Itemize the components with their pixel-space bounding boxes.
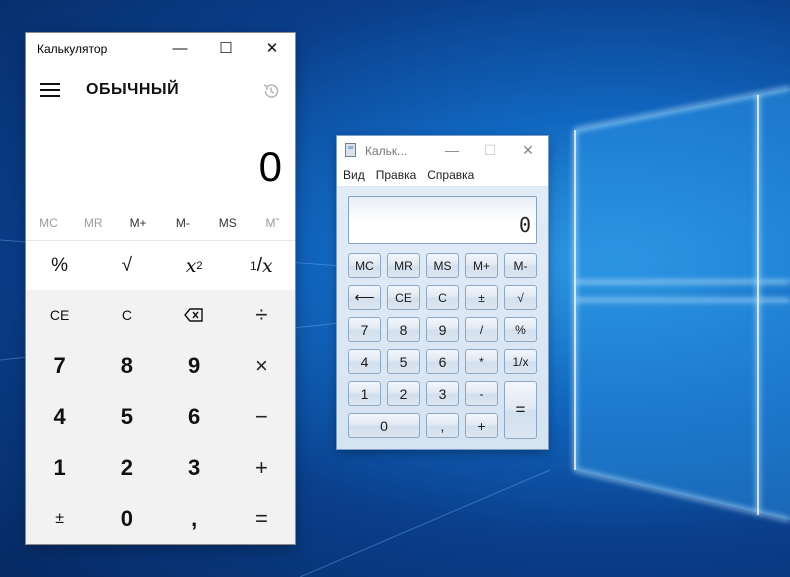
classic-comma-button[interactable]: , [426,413,459,438]
classic-mc-button[interactable]: MC [348,253,381,278]
menu-edit[interactable]: Правка [376,164,417,186]
percent-button[interactable]: % [26,241,93,291]
memory-clear-button[interactable]: MC [26,209,71,237]
classic-digit-1-button[interactable]: 1 [348,381,381,406]
menu-help[interactable]: Справка [427,164,474,186]
classic-mminus-button[interactable]: M- [504,253,537,278]
digit-8-button[interactable]: 8 [93,341,160,392]
memory-add-button[interactable]: M+ [116,209,161,237]
function-row: % √ x2 1/x [26,240,295,291]
negate-button[interactable]: ± [26,493,93,544]
classic-minus-button[interactable]: - [465,381,498,406]
classic-equals-button[interactable]: = [504,381,537,439]
clear-entry-button[interactable]: CE [26,290,93,341]
modern-calculator-window: Калькулятор — ☐ ✕ ОБЫЧНЫЙ 0 MC MR M+ M- … [26,33,295,544]
digit-2-button[interactable]: 2 [93,442,160,493]
classic-multiply-button[interactable]: * [465,349,498,374]
memory-store-button[interactable]: MS [205,209,250,237]
classic-digit-2-button[interactable]: 2 [387,381,420,406]
subtract-button[interactable]: − [228,392,295,443]
classic-digit-7-button[interactable]: 7 [348,317,381,342]
classic-ms-button[interactable]: MS [426,253,459,278]
classic-digit-9-button[interactable]: 9 [426,317,459,342]
memory-list-button[interactable]: Mˇ [250,209,295,237]
memory-recall-button[interactable]: MR [71,209,116,237]
classic-close-button[interactable]: ✕ [509,136,547,164]
square-exponent-label: 2 [196,260,203,272]
classic-mplus-button[interactable]: M+ [465,253,498,278]
history-icon[interactable] [261,81,281,101]
classic-display-value: 0 [518,213,531,237]
classic-maximize-button: ☐ [483,141,497,158]
multiply-button[interactable]: × [228,341,295,392]
modern-title-bar[interactable]: Калькулятор — ☐ ✕ [26,33,295,63]
modern-calculator-header: Калькулятор — ☐ ✕ ОБЫЧНЫЙ 0 MC MR M+ M- … [26,33,295,290]
digit-5-button[interactable]: 5 [93,392,160,443]
classic-calculator-window: Кальк... — ☐ ✕ Вид Правка Справка 0 MC M… [337,136,548,449]
digit-4-button[interactable]: 4 [26,392,93,443]
add-button[interactable]: + [228,442,295,493]
classic-backspace-button[interactable]: ⟵ [348,285,381,310]
classic-display: 0 [348,196,537,244]
classic-calculator-body: 0 MC MR MS M+ M- ⟵ CE C ± √ 7 8 9 / % 4 … [337,187,548,449]
calculator-app-icon [345,143,356,157]
reciprocal-denominator: x [262,255,273,277]
classic-digit-3-button[interactable]: 3 [426,381,459,406]
classic-percent-button[interactable]: % [504,317,537,342]
digit-9-button[interactable]: 9 [161,341,228,392]
classic-digit-4-button[interactable]: 4 [348,349,381,374]
digit-7-button[interactable]: 7 [26,341,93,392]
classic-digit-6-button[interactable]: 6 [426,349,459,374]
reciprocal-numerator: 1 [250,259,257,273]
calculator-mode-title: ОБЫЧНЫЙ [86,81,180,98]
clear-button[interactable]: C [93,290,160,341]
memory-row: MC MR M+ M- MS Mˇ [26,209,295,237]
classic-digit-0-button[interactable]: 0 [348,413,420,438]
result-display: 0 [258,143,282,190]
classic-title-bar[interactable]: Кальк... — ☐ ✕ [337,136,548,164]
digit-1-button[interactable]: 1 [26,442,93,493]
backspace-button[interactable] [161,290,228,341]
classic-plusminus-button[interactable]: ± [465,285,498,310]
classic-menu-bar: Вид Правка Справка [337,164,548,187]
decimal-comma-button[interactable]: , [161,493,228,544]
digit-3-button[interactable]: 3 [161,442,228,493]
divide-button[interactable]: ÷ [228,290,295,341]
classic-minimize-button[interactable]: — [433,136,471,164]
classic-ce-button[interactable]: CE [387,285,420,310]
reciprocal-button[interactable]: 1/x [228,241,295,291]
classic-digit-5-button[interactable]: 5 [387,349,420,374]
maximize-button[interactable]: ☐ [203,33,249,63]
hamburger-menu-icon[interactable] [40,83,60,97]
classic-plus-button[interactable]: + [465,413,498,438]
mode-row: ОБЫЧНЫЙ [26,75,295,105]
classic-window-title: Кальк... [365,144,408,158]
equals-button[interactable]: = [228,493,295,544]
classic-divide-button[interactable]: / [465,317,498,342]
menu-view[interactable]: Вид [343,164,365,186]
minimize-button[interactable]: — [157,33,203,63]
close-button[interactable]: ✕ [249,33,295,63]
digit-0-button[interactable]: 0 [93,493,160,544]
classic-sqrt-button[interactable]: √ [504,285,537,310]
classic-c-button[interactable]: C [426,285,459,310]
digit-6-button[interactable]: 6 [161,392,228,443]
modern-keypad: CE C ÷ 7 8 9 × 4 5 6 − 1 2 3 + ± 0 , = [26,290,295,544]
classic-mr-button[interactable]: MR [387,253,420,278]
classic-reciprocal-button[interactable]: 1/x [504,349,537,374]
square-base-label: x [185,255,197,277]
classic-digit-8-button[interactable]: 8 [387,317,420,342]
backspace-icon [184,308,203,323]
memory-subtract-button[interactable]: M- [160,209,205,237]
square-root-button[interactable]: √ [93,241,160,291]
square-button[interactable]: x2 [161,241,228,291]
modern-window-title: Калькулятор [37,42,108,56]
